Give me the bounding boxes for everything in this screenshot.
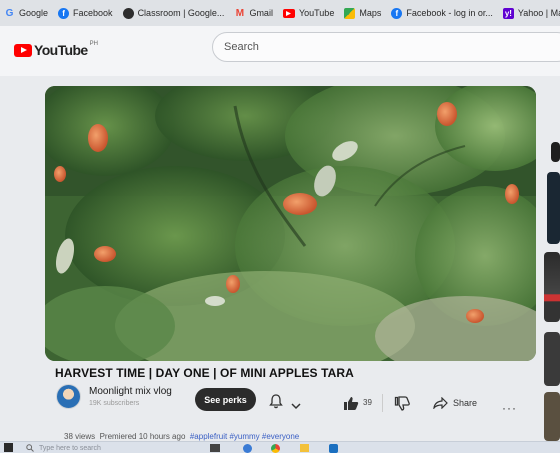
- bookmark-label: Google: [19, 8, 49, 18]
- bookmark-classroom[interactable]: Classroom | Google...: [122, 7, 225, 19]
- channel-avatar[interactable]: [56, 384, 81, 409]
- apple-fruit: [226, 275, 240, 293]
- dislike-icon[interactable]: [394, 396, 410, 416]
- youtube-play-icon: [14, 43, 32, 57]
- taskbar-search[interactable]: Type here to search: [26, 444, 101, 452]
- bookmark-label: Classroom | Google...: [137, 8, 225, 18]
- bookmark-youtube[interactable]: YouTube: [282, 8, 335, 18]
- youtube-header: YouTube PH Search: [0, 26, 560, 76]
- youtube-icon: [282, 8, 295, 18]
- bookmark-gmail[interactable]: M Gmail: [234, 8, 273, 19]
- like-count: 39: [363, 398, 372, 407]
- taskbar-search-placeholder: Type here to search: [39, 444, 101, 452]
- chevron-down-icon[interactable]: [291, 397, 301, 415]
- view-count: 38 views: [64, 432, 96, 441]
- bookmark-facebook[interactable]: f Facebook: [58, 7, 113, 19]
- like-divider: [382, 394, 383, 412]
- yahoo-icon: y!: [502, 7, 514, 19]
- edge-icon[interactable]: [243, 444, 252, 453]
- bookmark-label: Gmail: [249, 8, 273, 18]
- recommendations-strip: [544, 76, 560, 441]
- windows-taskbar: Type here to search: [0, 441, 560, 453]
- facebook-icon: f: [391, 7, 403, 19]
- recommendation-thumbnail[interactable]: [544, 392, 560, 441]
- bookmark-facebook-login[interactable]: f Facebook - log in or...: [391, 7, 493, 19]
- youtube-logo[interactable]: YouTube PH: [14, 41, 98, 58]
- country-code: PH: [89, 41, 98, 47]
- bookmarks-bar: G Google f Facebook Classroom | Google..…: [0, 0, 560, 26]
- hashtags[interactable]: #applefruit #yummy #everyone: [190, 432, 299, 441]
- share-button[interactable]: Share: [433, 397, 477, 409]
- bookmark-yahoo[interactable]: y! Yahoo | Ma: [502, 7, 560, 19]
- search-icon: [26, 444, 34, 452]
- share-icon: [433, 397, 448, 409]
- recommendation-thumbnail[interactable]: [544, 332, 560, 386]
- search-input[interactable]: Search: [212, 32, 560, 62]
- bookmark-maps[interactable]: Maps: [344, 7, 382, 19]
- see-perks-button[interactable]: See perks: [195, 388, 256, 411]
- file-explorer-icon[interactable]: [300, 444, 309, 452]
- video-title: HARVEST TIME | DAY ONE | OF MINI APPLES …: [55, 366, 354, 380]
- more-actions-button[interactable]: ···: [502, 401, 517, 415]
- apple-fruit: [94, 246, 116, 262]
- task-view-icon[interactable]: [210, 444, 220, 452]
- apple-fruit: [54, 166, 66, 182]
- chrome-icon[interactable]: [271, 444, 280, 453]
- google-icon: G: [5, 7, 14, 19]
- search-placeholder: Search: [224, 41, 259, 53]
- video-player[interactable]: [45, 86, 536, 361]
- channel-name[interactable]: Moonlight mix vlog: [89, 386, 172, 397]
- recommendation-thumbnail[interactable]: [551, 142, 560, 162]
- bookmark-label: Facebook - log in or...: [406, 8, 493, 18]
- bookmark-label: Facebook: [73, 8, 113, 18]
- video-description-summary[interactable]: 38 views Premiered 10 hours ago #applefr…: [64, 432, 299, 441]
- apple-fruit: [283, 193, 317, 215]
- like-icon[interactable]: [343, 396, 359, 416]
- bookmark-label: Yahoo | Ma: [517, 8, 560, 18]
- facebook-icon: f: [58, 7, 70, 19]
- subscriber-count: 19K subscribers: [89, 400, 140, 407]
- share-label: Share: [453, 398, 478, 408]
- video-frame: [45, 86, 536, 361]
- apple-fruit: [505, 184, 519, 204]
- gmail-icon: M: [235, 7, 245, 19]
- logo-text: YouTube: [34, 42, 88, 58]
- recommendation-thumbnail[interactable]: [544, 252, 560, 322]
- bookmark-label: Maps: [359, 8, 382, 18]
- notification-bell-icon[interactable]: [268, 393, 284, 414]
- bookmark-google[interactable]: G Google: [4, 8, 48, 19]
- apple-fruit: [437, 102, 457, 126]
- recommendation-thumbnail[interactable]: [547, 172, 560, 244]
- apple-fruit: [466, 309, 484, 323]
- bookmark-label: YouTube: [298, 8, 335, 18]
- windows-start-icon[interactable]: [4, 443, 13, 452]
- app-icon[interactable]: [329, 444, 338, 453]
- maps-icon: [344, 7, 356, 19]
- premiere-time: Premiered 10 hours ago: [99, 432, 186, 441]
- classroom-icon: [122, 7, 134, 19]
- apple-fruit: [88, 124, 108, 152]
